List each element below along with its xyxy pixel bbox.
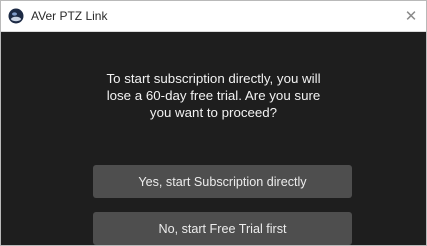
message-line: you want to proceed? xyxy=(149,105,278,120)
aver-app-icon xyxy=(8,8,24,24)
confirmation-message: To start subscription directly, you will… xyxy=(61,70,366,121)
message-line: lose a 60-day free trial. Are you sure xyxy=(106,88,321,103)
start-subscription-label: Yes, start Subscription directly xyxy=(138,174,307,189)
message-line: To start subscription directly, you will xyxy=(106,71,321,86)
start-free-trial-button[interactable]: No, start Free Trial first xyxy=(93,212,352,245)
start-subscription-button[interactable]: Yes, start Subscription directly xyxy=(93,165,352,198)
close-icon[interactable]: ✕ xyxy=(396,1,426,31)
title-bar: AVer PTZ Link ✕ xyxy=(1,1,426,32)
start-free-trial-label: No, start Free Trial first xyxy=(158,221,287,236)
dialog-window: AVer PTZ Link ✕ To start subscription di… xyxy=(0,0,427,246)
window-title: AVer PTZ Link xyxy=(31,9,108,23)
dialog-content: To start subscription directly, you will… xyxy=(1,32,426,245)
